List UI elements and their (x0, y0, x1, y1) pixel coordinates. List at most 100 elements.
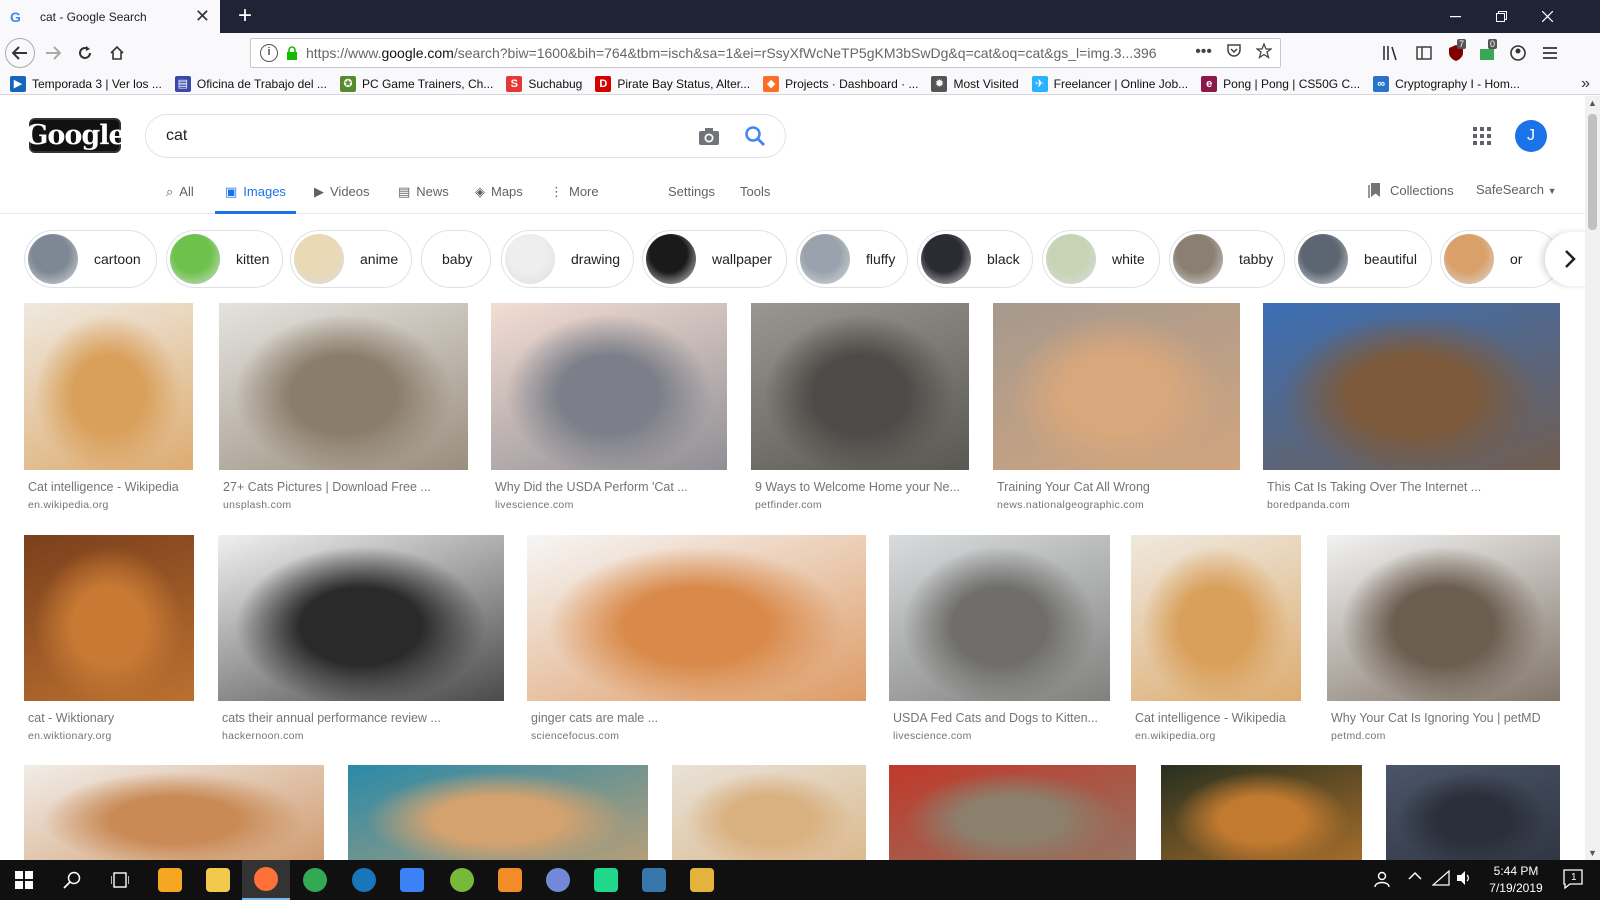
image-result[interactable] (672, 765, 866, 860)
result-thumbnail[interactable] (24, 535, 194, 701)
action-center-icon[interactable]: 1 (1562, 868, 1584, 890)
address-bar[interactable]: i https://www.google.com/search?biw=1600… (250, 38, 1281, 68)
library-icon[interactable] (1378, 41, 1404, 65)
safesearch-dropdown[interactable]: SafeSearch ▼ (1476, 182, 1556, 197)
ublock-origin-icon[interactable]: 7 (1443, 39, 1469, 65)
result-thumbnail[interactable] (491, 303, 727, 470)
bookmark-item[interactable]: ◆ Projects · Dashboard · ... (763, 75, 918, 92)
taskbar-task-view[interactable] (96, 860, 144, 900)
url-text[interactable]: https://www.google.com/search?biw=1600&b… (306, 45, 1156, 61)
people-icon[interactable] (1373, 870, 1391, 888)
result-thumbnail[interactable] (993, 303, 1240, 470)
new-tab-button[interactable]: + (231, 2, 259, 30)
result-title[interactable]: USDA Fed Cats and Dogs to Kitten... (889, 711, 1110, 725)
result-thumbnail[interactable] (1263, 303, 1560, 470)
scroll-down-icon[interactable]: ▼ (1588, 848, 1597, 858)
result-title[interactable]: 27+ Cats Pictures | Download Free ... (219, 480, 468, 494)
result-title[interactable]: Why Did the USDA Perform 'Cat ... (491, 480, 727, 494)
image-result[interactable]: Why Your Cat Is Ignoring You | petMD petm… (1327, 535, 1560, 742)
chip-black[interactable]: black (917, 230, 1033, 288)
image-result[interactable]: 27+ Cats Pictures | Download Free ... uns… (219, 303, 468, 511)
tools-link[interactable]: Tools (740, 184, 770, 214)
tab-maps[interactable]: ◈ Maps (475, 184, 523, 214)
collections-link[interactable]: Collections (1368, 182, 1454, 198)
settings-link[interactable]: Settings (668, 184, 715, 214)
chip-fluffy[interactable]: fluffy (796, 230, 908, 288)
chevron-up-icon[interactable] (1408, 871, 1422, 881)
bookmark-item[interactable]: ∞ Cryptography I - Hom... (1373, 75, 1520, 92)
chip-white[interactable]: white (1042, 230, 1160, 288)
close-window-button[interactable] (1524, 0, 1570, 33)
taskbar-chrome[interactable] (291, 860, 339, 900)
result-title[interactable]: ginger cats are male ... (527, 711, 866, 725)
chip-baby[interactable]: baby (421, 230, 491, 288)
image-result[interactable] (24, 765, 324, 860)
result-thumbnail[interactable] (348, 765, 648, 860)
lock-icon[interactable] (286, 46, 298, 60)
chip-cartoon[interactable]: cartoon (24, 230, 157, 288)
bookmark-item[interactable]: S Suchabug (506, 75, 582, 92)
scrollbar-thumb[interactable] (1588, 114, 1597, 230)
account-sync-icon[interactable] (1505, 41, 1531, 65)
image-result[interactable]: Cat intelligence - Wikipedia en.wikipedia… (1131, 535, 1301, 742)
image-result[interactable]: ginger cats are male ... sciencefocus.com (527, 535, 866, 742)
result-title[interactable]: cats their annual performance review ... (218, 711, 504, 725)
result-title[interactable]: Cat intelligence - Wikipedia (24, 480, 193, 494)
result-thumbnail[interactable] (889, 765, 1136, 860)
taskbar-search[interactable] (48, 860, 96, 900)
bookmark-item[interactable]: ▤ Oficina de Trabajo del ... (174, 75, 327, 92)
result-thumbnail[interactable] (1327, 535, 1560, 701)
minimize-button[interactable] (1432, 0, 1478, 33)
chip-beautiful[interactable]: beautiful (1294, 230, 1432, 288)
tab-videos[interactable]: ▶ Videos (314, 184, 370, 214)
image-result[interactable] (1161, 765, 1362, 860)
restore-button[interactable] (1478, 0, 1524, 33)
taskbar-media-player[interactable] (146, 860, 194, 900)
wifi-icon[interactable] (1432, 870, 1450, 886)
tab-all[interactable]: ⌕ All (166, 184, 194, 214)
taskbar-steam[interactable] (340, 860, 388, 900)
browser-tab[interactable]: G cat - Google Search ✕ (0, 0, 220, 33)
reload-button[interactable] (70, 39, 100, 67)
chip-anime[interactable]: anime (290, 230, 412, 288)
image-result[interactable]: Cat intelligence - Wikipedia en.wikipedia… (24, 303, 193, 511)
tab-news[interactable]: ▤ News (398, 184, 449, 214)
image-result[interactable]: USDA Fed Cats and Dogs to Kitten... lives… (889, 535, 1110, 742)
result-thumbnail[interactable] (1161, 765, 1362, 860)
result-thumbnail[interactable] (889, 535, 1110, 701)
bookmark-item[interactable]: e Pong | Pong | CS50G C... (1201, 75, 1360, 92)
account-avatar[interactable]: J (1515, 120, 1547, 152)
search-input[interactable]: cat (166, 127, 697, 145)
home-button[interactable] (102, 39, 132, 67)
result-thumbnail[interactable] (527, 535, 866, 701)
close-tab-icon[interactable]: ✕ (195, 6, 210, 27)
google-logo[interactable]: Google (25, 118, 126, 153)
bookmark-item[interactable]: ✈ Freelancer | Online Job... (1031, 75, 1188, 92)
volume-icon[interactable] (1455, 870, 1473, 886)
page-scrollbar[interactable]: ▲ ▼ (1585, 96, 1600, 860)
taskbar-firefox[interactable] (242, 860, 290, 900)
bookmark-item[interactable]: ✪ PC Game Trainers, Ch... (339, 75, 493, 92)
chip-drawing[interactable]: drawing (501, 230, 634, 288)
bookmark-item[interactable]: D Pirate Bay Status, Alter... (595, 75, 750, 92)
image-result[interactable]: 9 Ways to Welcome Home your Ne... petfind… (751, 303, 969, 511)
taskbar-vs-installer[interactable] (388, 860, 436, 900)
taskbar-python[interactable] (630, 860, 678, 900)
chip-wallpaper[interactable]: wallpaper (642, 230, 787, 288)
result-title[interactable]: Cat intelligence - Wikipedia (1131, 711, 1301, 725)
pocket-icon[interactable] (1226, 43, 1242, 61)
image-result[interactable] (348, 765, 648, 860)
sidebar-icon[interactable] (1411, 41, 1437, 65)
result-thumbnail[interactable] (1386, 765, 1560, 860)
image-result[interactable]: Why Did the USDA Perform 'Cat ... livesci… (491, 303, 727, 511)
result-thumbnail[interactable] (751, 303, 969, 470)
hamburger-menu-icon[interactable] (1537, 41, 1563, 65)
image-result[interactable] (1386, 765, 1560, 860)
bookmark-star-icon[interactable] (1256, 43, 1272, 61)
result-thumbnail[interactable] (219, 303, 468, 470)
taskbar-utorrent[interactable] (438, 860, 486, 900)
image-result[interactable]: cats their annual performance review ...… (218, 535, 504, 742)
taskbar-pycharm[interactable] (582, 860, 630, 900)
result-title[interactable]: Training Your Cat All Wrong (993, 480, 1240, 494)
image-result[interactable]: Training Your Cat All Wrong news.national… (993, 303, 1240, 511)
